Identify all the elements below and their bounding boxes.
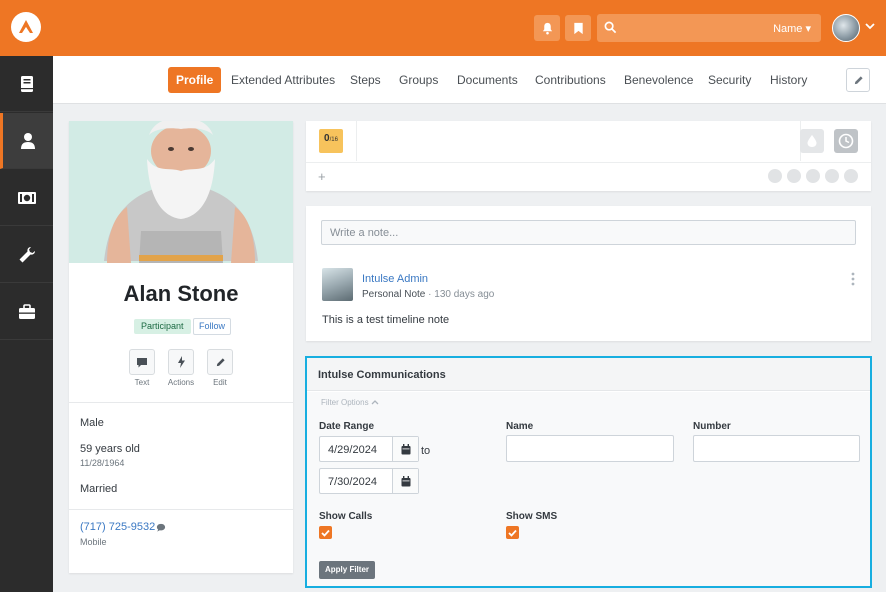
rock-logo[interactable]: [11, 12, 41, 42]
notification-bell-icon[interactable]: [534, 15, 560, 41]
bolt-icon: [177, 356, 185, 368]
sidebar-item-tools[interactable]: [0, 227, 53, 283]
sidebar-item-people[interactable]: [0, 113, 53, 169]
book-icon: [20, 75, 33, 92]
mini-badge-icon[interactable]: [787, 169, 801, 183]
money-icon: [17, 191, 36, 204]
mini-badge-icon[interactable]: [844, 169, 858, 183]
sms-icon[interactable]: [156, 523, 166, 532]
marital-status: Married: [80, 483, 118, 495]
chevron-up-icon: [371, 400, 379, 405]
tab-groups[interactable]: Groups: [391, 67, 446, 93]
pencil-icon: [216, 357, 225, 366]
show-calls-checkbox[interactable]: [319, 526, 332, 539]
engagement-score-badge[interactable]: 0/16: [319, 129, 343, 153]
phone-type: Mobile: [80, 537, 107, 547]
mini-badge-icon[interactable]: [825, 169, 839, 183]
mini-badge-icon[interactable]: [768, 169, 782, 183]
date-range-label: Date Range: [319, 421, 375, 432]
chevron-down-icon[interactable]: [865, 22, 875, 30]
briefcase-icon: [18, 303, 35, 319]
filter-options-toggle[interactable]: Filter Options: [321, 398, 379, 407]
write-note-input[interactable]: [321, 220, 856, 245]
show-sms-checkbox[interactable]: [506, 526, 519, 539]
birthdate: 11/28/1964: [80, 458, 125, 468]
tab-extended-attributes[interactable]: Extended Attributes: [223, 67, 343, 93]
person-photo: [69, 121, 293, 263]
search-scope-dropdown[interactable]: Name ▾: [773, 22, 811, 35]
name-filter-input[interactable]: [506, 435, 674, 462]
tab-steps[interactable]: Steps: [342, 67, 389, 93]
number-label: Number: [693, 421, 731, 432]
bookmark-icon[interactable]: [565, 15, 591, 41]
date-from-picker[interactable]: 4/29/2024: [319, 436, 419, 462]
tab-documents[interactable]: Documents: [449, 67, 526, 93]
edit-page-button[interactable]: [846, 68, 870, 92]
notes-panel: Intulse Admin Personal Note · 130 days a…: [306, 206, 871, 341]
person-profile-card: Alan Stone Participant Follow Text Actio…: [69, 121, 293, 573]
check-icon: [321, 529, 330, 537]
top-header: Name ▾: [0, 0, 886, 56]
divider: [69, 509, 293, 510]
sidebar: [0, 56, 53, 592]
tab-benevolence[interactable]: Benevolence: [616, 67, 701, 93]
panel-heading: Intulse Communications: [307, 358, 870, 391]
show-calls-label: Show Calls: [319, 511, 373, 522]
divider: [69, 402, 293, 403]
sidebar-item-finance[interactable]: [0, 170, 53, 226]
pencil-icon: [854, 75, 863, 84]
sidebar-item-book[interactable]: [0, 56, 53, 112]
kebab-menu-icon[interactable]: [851, 272, 855, 286]
person-icon: [21, 132, 35, 149]
status-badge: Participant: [134, 319, 191, 334]
comment-icon: [137, 357, 147, 367]
intulse-communications-panel: Intulse Communications Filter Options Da…: [305, 356, 872, 588]
search-icon: [604, 21, 617, 34]
follow-button[interactable]: Follow: [193, 318, 232, 335]
sidebar-item-admin[interactable]: [0, 284, 53, 340]
note-text: This is a test timeline note: [322, 314, 450, 326]
text-action[interactable]: Text: [129, 349, 155, 387]
mini-badge-icon[interactable]: [806, 169, 820, 183]
clock-icon[interactable]: [834, 129, 858, 153]
tab-profile[interactable]: Profile: [168, 67, 222, 93]
note-author-link[interactable]: Intulse Admin: [362, 273, 428, 285]
check-icon: [508, 529, 517, 537]
wrench-icon: [19, 246, 35, 262]
number-filter-input[interactable]: [693, 435, 860, 462]
calendar-icon[interactable]: [392, 469, 418, 493]
blood-drop-icon[interactable]: [800, 129, 824, 153]
tab-contributions[interactable]: Contributions: [527, 67, 614, 93]
actions-action[interactable]: Actions: [168, 349, 194, 387]
name-label: Name: [506, 421, 534, 432]
phone-number-link[interactable]: (717) 725-9532: [80, 521, 155, 533]
note-author-avatar: [322, 268, 353, 301]
to-label: to: [421, 445, 431, 457]
date-to-picker[interactable]: 7/30/2024: [319, 468, 419, 494]
age: 59 years old: [80, 443, 140, 455]
apply-filter-button[interactable]: Apply Filter: [319, 561, 376, 579]
tab-security[interactable]: Security: [700, 67, 759, 93]
note-meta: Personal Note · 130 days ago: [362, 289, 495, 300]
person-name: Alan Stone: [123, 281, 239, 306]
show-sms-label: Show SMS: [506, 511, 558, 522]
add-badge-icon[interactable]: +: [318, 169, 326, 184]
current-user-avatar[interactable]: [832, 14, 860, 42]
edit-action[interactable]: Edit: [207, 349, 233, 387]
search-box[interactable]: Name ▾: [597, 14, 821, 42]
tab-history[interactable]: History: [762, 67, 815, 93]
gender: Male: [80, 417, 104, 429]
panel-title: Intulse Communications: [318, 369, 446, 381]
calendar-icon[interactable]: [392, 437, 418, 461]
profile-tabs: Profile Extended Attributes Steps Groups…: [53, 56, 886, 104]
badges-panel: 0/16 +: [306, 121, 871, 191]
